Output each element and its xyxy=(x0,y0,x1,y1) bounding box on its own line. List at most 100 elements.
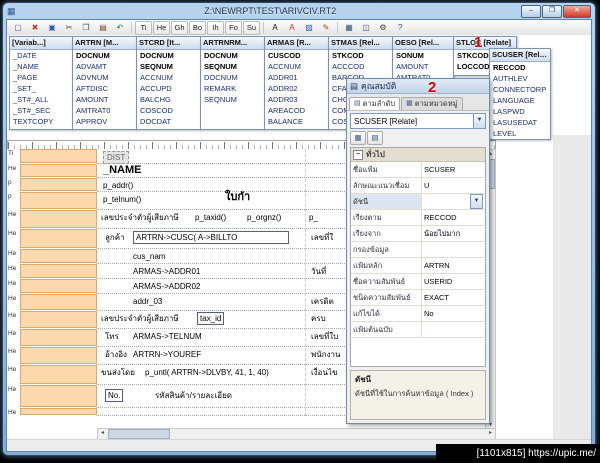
design-item[interactable]: No. xyxy=(105,389,124,402)
property-value[interactable]: U ▼ xyxy=(422,178,485,193)
design-item[interactable]: ครบ xyxy=(311,313,326,324)
field-item[interactable]: DOCNUM xyxy=(201,50,264,61)
design-item[interactable]: ใบกำ xyxy=(225,192,250,203)
property-row[interactable]: แก้ไขได้ No ▼ xyxy=(351,306,485,322)
property-value[interactable]: SCUSER ▼ xyxy=(422,162,485,177)
field-item[interactable]: ACCNUM xyxy=(265,61,328,72)
band-cell[interactable] xyxy=(20,149,97,163)
property-row[interactable]: แฟ้มต้นฉบับ ▼ xyxy=(351,322,485,338)
field-item[interactable]: _NAME xyxy=(10,61,72,72)
panel-armas[interactable]: ARMAS [R... CUSCOD ACCNUM ADDR01 ADDR02 ADDR… xyxy=(264,36,329,130)
property-row[interactable]: กรองข้อมูล ▼ xyxy=(351,242,485,258)
design-item[interactable]: ขนส่งโดย xyxy=(101,367,135,378)
property-row[interactable]: แฟ้มหลัก ARTRN ▼ xyxy=(351,258,485,274)
property-row[interactable]: ดัชนี ▼ xyxy=(351,194,485,210)
field-item[interactable]: COSCOD xyxy=(137,105,200,116)
band-cell[interactable] xyxy=(20,365,97,384)
property-value[interactable]: ARTRN ▼ xyxy=(422,258,485,273)
field-item[interactable]: ADVAMT xyxy=(73,61,136,72)
field-item[interactable]: ACCUPD xyxy=(137,83,200,94)
field-item[interactable]: BALANCE xyxy=(265,116,328,127)
property-value[interactable]: No ▼ xyxy=(422,306,485,321)
design-item[interactable]: เลขประจำตัวผู้เสียภาษี xyxy=(101,313,179,324)
design-item[interactable]: p_telnum() xyxy=(103,194,141,205)
field-item[interactable]: AMOUNT xyxy=(393,61,453,72)
properties-window[interactable]: ▤ คุณสมบัติ ▤ ตามลำดับ ▦ ตามหมวดหมู่ SCU… xyxy=(346,78,490,424)
font-icon[interactable]: A xyxy=(267,21,283,35)
save-icon[interactable]: ▣ xyxy=(44,21,60,35)
field-item[interactable]: ACCNUM xyxy=(137,72,200,83)
band-button[interactable]: Ti xyxy=(135,20,152,35)
design-item[interactable]: วันที่ xyxy=(311,266,326,277)
categorized-icon[interactable]: ▦ xyxy=(350,131,366,145)
font-color-icon[interactable]: A xyxy=(284,21,300,35)
panel-stcrd[interactable]: STCRD [It... DOCNUM SEQNUM ACCNUM ACCUPD BAL… xyxy=(136,36,201,130)
frame-icon[interactable]: ◫ xyxy=(358,21,374,35)
property-value[interactable]: RECCOD ▼ xyxy=(422,210,485,225)
field-item[interactable]: LASPWD xyxy=(490,106,550,117)
band-cell[interactable] xyxy=(20,264,97,278)
panel-header[interactable]: ARTRNRM... xyxy=(201,37,264,50)
band-cell[interactable] xyxy=(20,210,97,228)
field-item[interactable]: DOCNUM xyxy=(73,50,136,61)
property-category[interactable]: − ทั่วไป xyxy=(351,148,485,162)
field-item[interactable]: _PAGE xyxy=(10,72,72,83)
band-button[interactable]: Su xyxy=(243,20,260,35)
design-item[interactable]: พนักงาน xyxy=(311,349,340,360)
property-value[interactable]: ▼ xyxy=(422,322,485,337)
band-button[interactable]: He xyxy=(153,20,170,35)
collapse-icon[interactable]: − xyxy=(353,149,363,160)
property-row[interactable]: ลักษณะแนวเชื่อม U ▼ xyxy=(351,178,485,194)
panel-header[interactable]: ARTRN [M... xyxy=(73,37,136,50)
band-cell[interactable] xyxy=(20,329,97,346)
field-item[interactable]: TEXTCOPY xyxy=(10,116,72,127)
field-item[interactable]: ADVNUM xyxy=(73,72,136,83)
band-cell[interactable] xyxy=(20,347,97,364)
field-item[interactable]: LANGUAGE xyxy=(490,95,550,106)
band-cell[interactable] xyxy=(20,279,97,293)
horizontal-scroll-thumb[interactable] xyxy=(108,429,170,439)
design-item[interactable]: อ้างอิง xyxy=(105,349,127,360)
property-row[interactable]: ชนิดความสัมพันธ์ EXACT ▼ xyxy=(351,290,485,306)
field-item[interactable]: APPROV xyxy=(73,116,136,127)
panel-scuser[interactable]: SCUSER [Rela... RECCOD AUTHLEV CONNECTORP L… xyxy=(489,48,551,140)
band-cell[interactable] xyxy=(20,294,97,310)
design-item[interactable]: เครดิต xyxy=(311,296,334,307)
panel-artrnrm[interactable]: ARTRNRM... DOCNUM SEQNUM DOCNUM REMARK SEQNU… xyxy=(200,36,265,130)
field-item[interactable]: RECCOD xyxy=(490,62,550,73)
delete-icon[interactable]: ✖ xyxy=(27,21,43,35)
fill-icon[interactable]: ▨ xyxy=(301,21,317,35)
field-item[interactable]: ACCCOD xyxy=(329,61,392,72)
alphabetic-icon[interactable]: ▤ xyxy=(367,131,383,145)
band-cell[interactable] xyxy=(20,385,97,407)
cut-icon[interactable]: ✂ xyxy=(61,21,77,35)
field-item[interactable]: AMOUNT xyxy=(73,94,136,105)
field-item[interactable]: AMTRAT0 xyxy=(73,105,136,116)
design-item[interactable]: p_ xyxy=(309,212,318,223)
property-value[interactable]: ▼ xyxy=(422,194,485,209)
design-item[interactable]: ARMAS->ADDR02 xyxy=(133,281,200,292)
property-row[interactable]: เรียงจาก น้อยไปมาก ▼ xyxy=(351,226,485,242)
design-item[interactable]: รหัสสินค้า/รายละเอียด xyxy=(155,390,232,401)
design-item[interactable]: _NAME xyxy=(103,165,142,176)
field-item[interactable]: DOCNUM xyxy=(137,50,200,61)
field-item[interactable]: CONNECTORP xyxy=(490,84,550,95)
field-item[interactable]: _ST#_SEC xyxy=(10,105,72,116)
property-value[interactable]: USERID ▼ xyxy=(422,274,485,289)
tab-alphabetic[interactable]: ▤ ตามลำดับ xyxy=(349,97,401,110)
panel-header[interactable]: ARMAS [R... xyxy=(265,37,328,50)
panel-artrn[interactable]: ARTRN [M... DOCNUM ADVAMT ADVNUM AFTDISC AMO… xyxy=(72,36,137,130)
design-item[interactable]: ARTRN->CUSC( A->BILLTO xyxy=(133,231,289,244)
design-item[interactable]: p_orgnz() xyxy=(247,212,281,223)
band-cell[interactable] xyxy=(20,178,97,191)
scroll-right-icon[interactable]: ▸ xyxy=(486,429,495,438)
band-button[interactable]: Ih xyxy=(207,20,224,35)
close-button[interactable]: ✕ xyxy=(563,4,591,18)
band-button[interactable]: Fo xyxy=(225,20,242,35)
field-item[interactable]: SEQNUM xyxy=(201,61,264,72)
field-item[interactable]: DOCDAT xyxy=(137,116,200,127)
undo-icon[interactable]: ↶ xyxy=(112,21,128,35)
band-cell[interactable] xyxy=(20,311,97,328)
design-item[interactable]: p_untl( ARTRN->DLVBY, 41, 1, 40) xyxy=(145,367,269,378)
field-item[interactable]: LEVEL xyxy=(490,128,550,139)
